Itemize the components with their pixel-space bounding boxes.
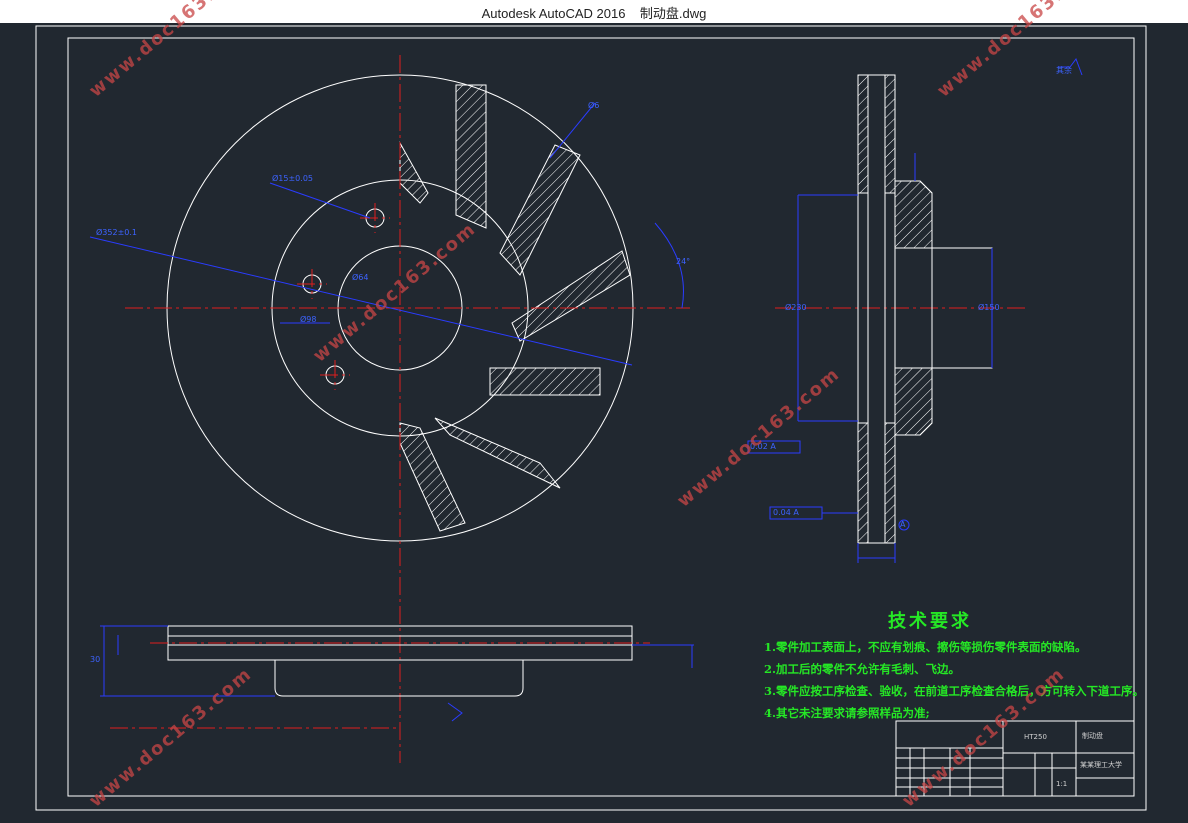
- dim-top-width: Ø6: [588, 101, 600, 110]
- title-block-scale: 1:1: [1056, 780, 1068, 788]
- title-block-company: 某某理工大学: [1080, 761, 1122, 769]
- dim-angle: 24°: [676, 257, 691, 266]
- dim-side-hub: Ø150: [978, 303, 1000, 312]
- dim-runout: 0.04 A: [773, 508, 799, 517]
- drawing-canvas[interactable]: Ø15±0.05 Ø352±0.1 Ø64 Ø98 24° Ø6 Ø230 Ø1…: [0, 0, 1188, 823]
- dim-hole: Ø15±0.05: [272, 174, 313, 183]
- title-block-material: HT250: [1024, 733, 1047, 741]
- dim-bolt-circle: Ø98: [300, 315, 317, 324]
- requirement-4: 4.其它未注要求请参照样品为准;: [764, 706, 930, 720]
- side-view: [857, 74, 993, 544]
- requirement-1: 1.零件加工表面上，不应有划痕、擦伤等损伤零件表面的缺陷。: [764, 640, 1087, 654]
- roughness-note: 其余: [1056, 66, 1072, 75]
- dim-center: Ø64: [352, 273, 369, 282]
- dim-side-height: Ø230: [785, 303, 807, 312]
- requirement-3: 3.零件应按工序检查、验收，在前道工序检查合格后，方可转入下道工序。: [764, 684, 1145, 698]
- dim-thickness: 30: [90, 655, 101, 664]
- title-block-part-name: 制动盘: [1082, 732, 1103, 740]
- datum-label: A: [900, 520, 906, 529]
- requirement-2: 2.加工后的零件不允许有毛刺、飞边。: [764, 662, 961, 676]
- dim-outer-diameter: Ø352±0.1: [96, 228, 137, 237]
- tech-requirements-heading: 技术要求: [888, 611, 972, 632]
